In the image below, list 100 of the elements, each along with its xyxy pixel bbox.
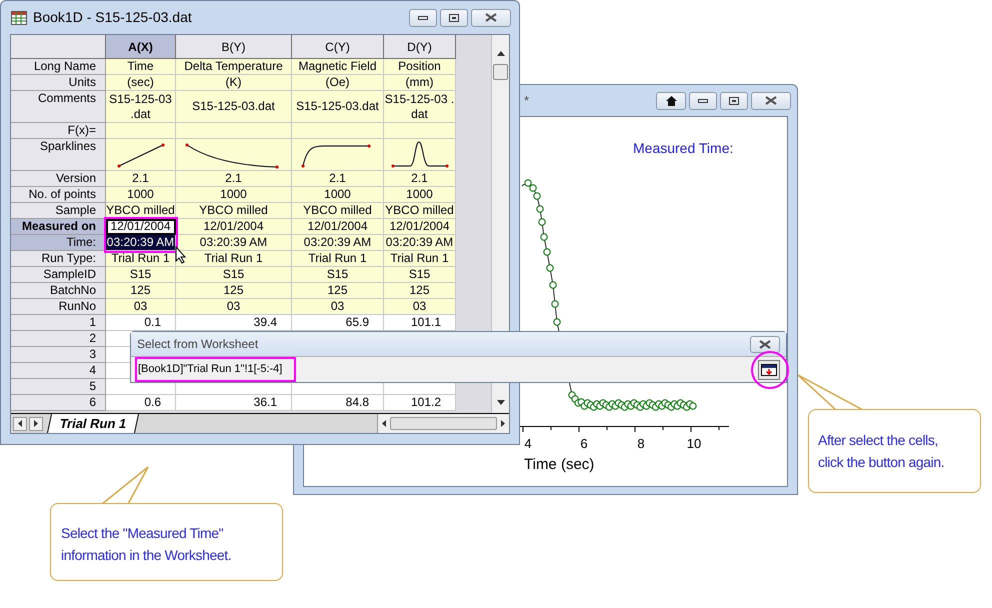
row-header[interactable]: RunNo [11, 299, 106, 315]
horizontal-scrollbar[interactable] [377, 414, 509, 433]
data-point [546, 264, 554, 272]
table-cell: 1000 [292, 187, 384, 203]
home-button[interactable] [656, 92, 686, 110]
table-cell: 12/01/2004 [176, 219, 292, 235]
scroll-left-icon [382, 420, 386, 427]
axis-title: Time (sec) [524, 455, 594, 475]
table-cell: 36.1 [176, 395, 292, 411]
table-cell: 101.2 [384, 395, 456, 411]
close-icon [485, 13, 497, 22]
sheet-tab[interactable]: Trial Run 1 [46, 414, 140, 433]
row-header[interactable]: SampleID [11, 267, 106, 283]
maximize-icon [729, 96, 739, 104]
table-cell: 125 [292, 283, 384, 299]
table-cell: (mm) [384, 75, 456, 91]
scroll-thumb[interactable] [493, 64, 508, 80]
minimize-button[interactable] [689, 92, 717, 110]
callout-text: After select the cells, click the button again. [818, 432, 944, 470]
close-button[interactable] [471, 8, 511, 26]
data-point [551, 300, 559, 308]
sheet-next-button[interactable] [29, 416, 43, 430]
table-cell: 03 [292, 299, 384, 315]
row-header[interactable]: 5 [11, 379, 106, 395]
row-header[interactable]: 3 [11, 347, 106, 363]
table-cell: Position [384, 59, 456, 75]
table-cell: 03:20:39 AM [292, 235, 384, 251]
window-title: * [524, 92, 530, 110]
table-cell: YBCO milled [384, 203, 456, 219]
row-header[interactable]: 6 [11, 395, 106, 411]
table-cell: 39.4 [176, 315, 292, 331]
data-point [553, 318, 561, 326]
data-point [538, 218, 546, 226]
cursor-icon [175, 246, 187, 264]
select-button[interactable] [758, 360, 780, 380]
table-cell: S15 [176, 267, 292, 283]
axis-tick-label: 4 [523, 435, 533, 453]
row-header[interactable]: Version [11, 171, 106, 187]
row-header[interactable]: No. of points [11, 187, 106, 203]
table-cell: 03:20:39 AM [176, 235, 292, 251]
table-cell: 84.8 [292, 395, 384, 411]
scroll-right-icon [501, 420, 505, 427]
row-header[interactable]: Run Type: [11, 251, 106, 267]
minimize-icon [698, 98, 708, 102]
row-header[interactable]: Measured on [11, 219, 106, 235]
table-cell: (sec) [106, 75, 176, 91]
row-header[interactable]: Sparklines [11, 139, 106, 171]
callout-text: Select the "Measured Time" information in the Worksheet. [61, 525, 232, 563]
row-header[interactable]: Long Name [11, 59, 106, 75]
table-cell: 2.1 [106, 171, 176, 187]
table-cell: 101.1 [384, 315, 456, 331]
row-header[interactable]: BatchNo [11, 283, 106, 299]
table-cell: 03:20:39 AM [106, 235, 176, 251]
row-header[interactable]: Comments [11, 91, 106, 123]
row-header[interactable]: 2 [11, 331, 106, 347]
table-cell: S15-125-03 .dat [384, 91, 456, 123]
table-cell: (Oe) [292, 75, 384, 91]
maximize-button[interactable] [720, 92, 748, 110]
row-header[interactable]: 1 [11, 315, 106, 331]
row-header[interactable]: Time: [11, 235, 106, 251]
close-button[interactable] [750, 336, 780, 352]
dialog-title: Select from Worksheet [137, 336, 260, 353]
input-field[interactable]: [Book1D]"Trial Run 1"!1[-5:-4] [138, 361, 282, 378]
column-header[interactable]: B(Y) [176, 35, 292, 59]
scroll-down-icon [496, 400, 505, 405]
scroll-thumb[interactable] [390, 417, 497, 430]
table-cell: 12/01/2004 [106, 219, 176, 235]
table-cell: 03 [384, 299, 456, 315]
table-cell: S15 [106, 267, 176, 283]
close-icon [765, 96, 777, 105]
axis-tick-label: 8 [636, 435, 646, 453]
row-header[interactable]: F(x)= [11, 123, 106, 139]
table-cell: S15 [292, 267, 384, 283]
table-cell: Trial Run 1 [176, 251, 292, 267]
row-header[interactable]: 4 [11, 363, 106, 379]
home-icon [666, 96, 676, 106]
table-cell: Delta Temperature [176, 59, 292, 75]
row-header[interactable]: Units [11, 75, 106, 91]
table-cell: S15-125-03.dat [176, 91, 292, 123]
data-point [549, 281, 557, 289]
table-cell: YBCO milled [292, 203, 384, 219]
table-cell: 12/01/2004 [384, 219, 456, 235]
sheet-prev-button[interactable] [13, 416, 27, 430]
table-cell: (K) [176, 75, 292, 91]
minimize-button[interactable] [409, 8, 437, 26]
table-cell: 0.1 [106, 315, 176, 331]
table-cell: Magnetic Field [292, 59, 384, 75]
row-header[interactable]: Sample [11, 203, 106, 219]
table-cell: 1000 [384, 187, 456, 203]
column-header[interactable]: C(Y) [292, 35, 384, 59]
table-cell: Time [106, 59, 176, 75]
close-button[interactable] [751, 92, 791, 110]
data-point [540, 233, 548, 241]
table-cell: 1000 [106, 187, 176, 203]
corner-cell[interactable] [11, 35, 106, 59]
column-header[interactable]: A(X) [106, 35, 176, 59]
column-header[interactable]: D(Y) [384, 35, 456, 59]
maximize-button[interactable] [440, 8, 468, 26]
minimize-icon [418, 16, 428, 20]
worksheet-icon [11, 10, 27, 24]
